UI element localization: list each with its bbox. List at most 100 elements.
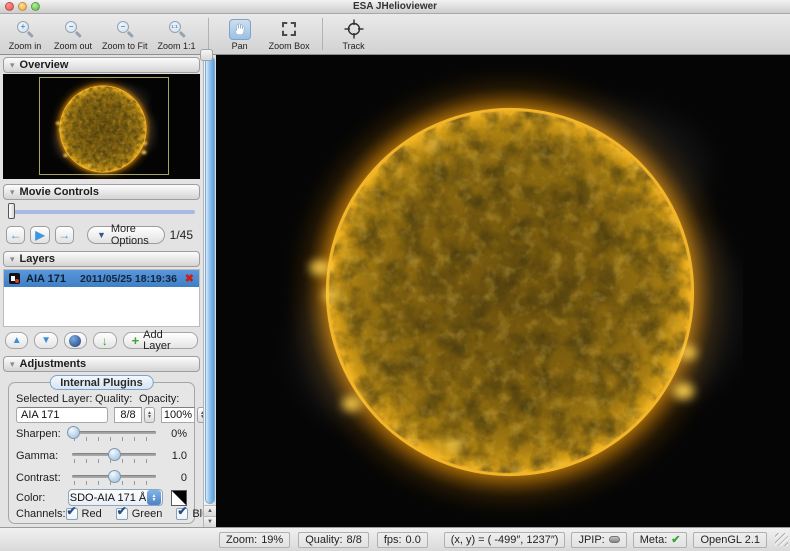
step-forward-icon: → [58,229,70,241]
opacity-value[interactable]: 100% [161,407,195,423]
sharpen-slider-thumb[interactable] [67,426,80,439]
play-icon: ▶ [35,229,44,241]
status-quality: Quality:8/8 [298,532,369,548]
contrast-slider[interactable] [68,468,160,488]
plus-icon: + [132,334,140,347]
pan-button[interactable]: Pan [221,16,259,51]
channel-green[interactable]: ✔ Green [116,508,163,520]
status-jpip: JPIP: [571,532,626,548]
opacity-label: Opacity: [139,393,187,405]
channel-blue[interactable]: ✔ Blue [176,508,203,520]
quality-stepper[interactable]: ▲▼ [144,407,155,423]
quality-value[interactable]: 8/8 [114,407,142,423]
more-options-triangle-icon: ▼ [97,230,106,240]
delete-layer-icon[interactable]: ✖ [185,272,194,285]
internal-plugins-tab[interactable]: Internal Plugins [49,375,154,390]
gamma-slider-thumb[interactable] [108,448,121,461]
play-button[interactable]: ▶ [30,226,49,244]
selected-layer-field[interactable] [16,407,108,423]
control-sidebar: ▾ Overview ▾ Movie Controls ← ▶ → ▼ [0,55,203,527]
zoom-in-button[interactable]: + Zoom in [6,16,44,51]
layer-list: AIA 171 2011/05/25 18:19:36 ✖ [3,269,200,327]
chevron-down-icon: ▾ [10,61,15,70]
scrollbar-thumb[interactable] [205,56,215,504]
color-label: Color: [16,492,68,504]
sun-image [277,59,743,525]
pan-hand-icon [229,19,251,40]
window-title: ESA JHelioviewer [0,1,790,12]
solar-image-view[interactable] [216,55,790,527]
zoom-to-fit-button[interactable]: − Zoom to Fit [102,16,148,51]
app-window: ESA JHelioviewer + Zoom in − Zoom out − … [0,0,790,551]
step-forward-button[interactable]: → [55,226,74,244]
movie-controls-panel-header[interactable]: ▾ Movie Controls [3,184,200,200]
movie-frame-slider[interactable] [6,203,197,220]
zoom-box-button[interactable]: Zoom Box [269,16,310,51]
movie-slider-track[interactable] [8,210,195,214]
adjustments-groupbox: Selected Layer: Quality: Opacity: 8/8 ▲▼… [8,382,195,524]
download-icon: ↓ [102,335,108,347]
chevron-down-icon: ▾ [10,360,15,369]
layer-row[interactable]: AIA 171 2011/05/25 18:19:36 ✖ [4,270,199,287]
quality-label: Quality: [95,393,139,405]
layer-info-button[interactable] [64,332,87,349]
window-resize-grip[interactable] [775,533,788,546]
zoom-out-icon: − [63,19,83,39]
layer-timestamp: 2011/05/25 18:19:36 [80,273,179,285]
channel-red[interactable]: ✔ Red [66,508,102,520]
track-crosshair-icon [344,19,364,39]
color-table-select[interactable]: SDO-AIA 171 Å ▲▼ [68,489,163,506]
green-checkbox[interactable]: ✔ [116,508,128,520]
gamma-value: 1.0 [160,450,187,462]
zoom-one-to-one-button[interactable]: 1:1 Zoom 1:1 [158,16,196,51]
red-checkbox[interactable]: ✔ [66,508,78,520]
movie-slider-thumb[interactable] [8,203,15,219]
status-fps: fps:0.0 [377,532,428,548]
overview-thumbnail[interactable] [3,74,200,179]
layer-movie-icon [9,273,20,284]
channels-label: Channels: [16,508,66,520]
status-meta: Meta:✔ [633,532,688,548]
status-opengl: OpenGL 2.1 [693,532,767,548]
contrast-label: Contrast: [16,472,68,484]
sharpen-label: Sharpen: [16,428,68,440]
sharpen-slider[interactable] [68,424,160,444]
opacity-stepper[interactable]: ▲▼ [197,407,203,423]
main-toolbar: + Zoom in − Zoom out − Zoom to Fit 1:1 Z… [0,14,790,55]
move-layer-down-button[interactable]: ▼ [34,332,57,349]
overview-panel-header[interactable]: ▾ Overview [3,57,200,73]
sidebar-scrollbar[interactable]: ▲ ▼ [203,55,216,527]
status-zoom: Zoom:19% [219,532,290,548]
frame-counter: 1/45 [170,228,197,242]
blue-checkbox[interactable]: ✔ [176,508,188,520]
contrast-slider-thumb[interactable] [108,470,121,483]
chevron-down-icon: ▾ [10,255,15,264]
step-back-icon: ← [10,229,22,241]
zoom-out-button[interactable]: − Zoom out [54,16,92,51]
zoom-box-icon [282,22,296,36]
more-options-button[interactable]: ▼ More Options [87,226,165,244]
add-layer-button[interactable]: + Add Layer [123,332,198,349]
gamma-slider[interactable] [68,446,160,466]
adjustments-panel-header[interactable]: ▾ Adjustments [3,356,200,372]
scrollbar-up-button[interactable]: ▲ [204,505,216,516]
move-layer-up-button[interactable]: ▲ [5,332,28,349]
download-layer-button[interactable]: ↓ [93,332,116,349]
toolbar-separator [208,18,209,50]
track-button[interactable]: Track [335,16,373,51]
splitter-collapse-button[interactable] [200,49,213,61]
scrollbar-down-button[interactable]: ▼ [204,516,216,527]
status-bar: Zoom:19% Quality:8/8 fps:0.0 (x, y) = ( … [0,527,790,551]
status-coordinates: (x, y) = ( -499″, 1237″) [444,532,566,548]
chevron-down-icon: ▾ [10,188,15,197]
toolbar-separator [322,18,323,50]
title-bar: ESA JHelioviewer [0,0,790,14]
zoom-to-fit-icon: − [115,19,135,39]
sphere-icon [69,335,81,347]
layers-panel-header[interactable]: ▾ Layers [3,251,200,267]
overview-viewport-rect[interactable] [39,77,169,175]
layer-name: AIA 171 [26,273,74,285]
step-back-button[interactable]: ← [6,226,25,244]
zoom-one-to-one-icon: 1:1 [167,19,187,39]
arrow-up-icon: ▲ [12,336,22,346]
